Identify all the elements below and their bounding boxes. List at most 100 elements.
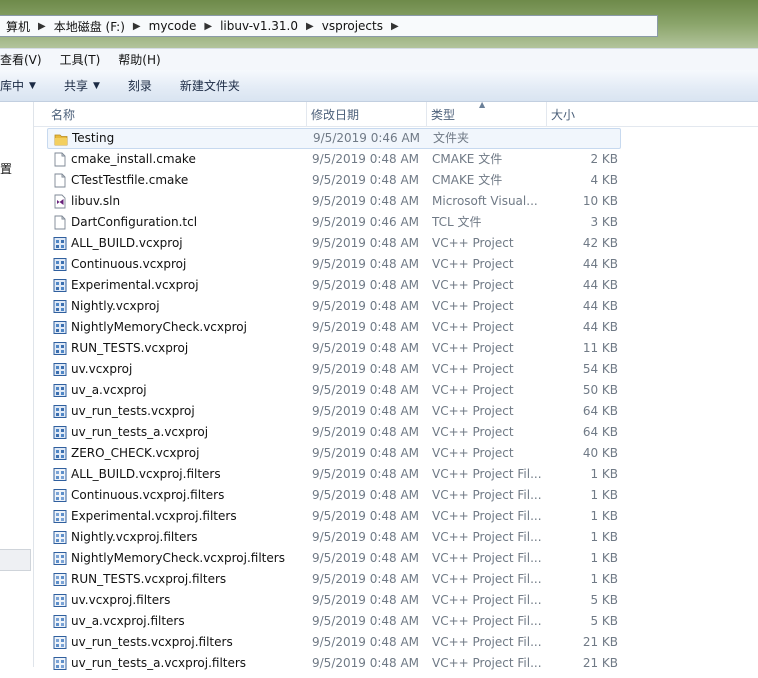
dropdown-arrow-icon: ▼ — [92, 80, 100, 91]
column-name[interactable]: 名称 — [47, 102, 307, 126]
file-row[interactable]: NightlyMemoryCheck.vcxproj 9/5/2019 0:48 … — [47, 317, 621, 338]
file-size: 11 KB — [582, 341, 618, 355]
file-row[interactable]: Testing 9/5/2019 0:46 AM 文件夹 — [47, 128, 621, 149]
file-row[interactable]: ZERO_CHECK.vcxproj 9/5/2019 0:48 AM VC++ P… — [47, 443, 621, 464]
file-row[interactable]: uv_run_tests.vcxproj 9/5/2019 0:48 AM VC++… — [47, 401, 621, 422]
breadcrumb-separator-icon[interactable]: ▶ — [202, 21, 214, 32]
menu-tools[interactable]: 工具(T) — [52, 51, 111, 68]
file-row[interactable]: uv.vcxproj 9/5/2019 0:48 AM VC++ Project 54… — [47, 359, 621, 380]
share-button[interactable]: 共享 ▼ — [50, 77, 114, 94]
nav-selected-item[interactable] — [0, 549, 31, 571]
file-name: uv_run_tests_a.vcxproj.filters — [71, 656, 247, 670]
file-type: VC++ Project Fil... — [432, 530, 542, 544]
menu-bar: 查看(V) 工具(T) 帮助(H) — [0, 48, 758, 71]
vcxproj-icon — [53, 446, 67, 461]
file-row[interactable]: Experimental.vcxproj 9/5/2019 0:48 AM VC++… — [47, 275, 621, 296]
include-in-library-button[interactable]: 库中 ▼ — [0, 77, 50, 94]
breadcrumb-vsprojects[interactable]: vsprojects — [316, 19, 389, 33]
file-row[interactable]: RUN_TESTS.vcxproj.filters 9/5/2019 0:48 A… — [47, 569, 621, 590]
file-date-modified: 9/5/2019 0:48 AM — [312, 593, 420, 607]
file-name: RUN_TESTS.vcxproj.filters — [71, 572, 227, 586]
navigation-pane[interactable]: 置 — [0, 102, 34, 667]
breadcrumb-separator-icon[interactable]: ▶ — [36, 21, 48, 32]
file-row[interactable]: Nightly.vcxproj.filters 9/5/2019 0:48 AM V… — [47, 527, 621, 548]
file-date-modified: 9/5/2019 0:48 AM — [312, 488, 420, 502]
address-bar-area: 算机 ▶ 本地磁盘 (F:) ▶ mycode ▶ libuv-v1.31.0 … — [0, 0, 758, 52]
file-row[interactable]: NightlyMemoryCheck.vcxproj.filters 9/5/20… — [47, 548, 621, 569]
file-name: ZERO_CHECK.vcxproj — [71, 446, 200, 460]
file-row[interactable]: Experimental.vcxproj.filters 9/5/2019 0:4… — [47, 506, 621, 527]
file-row[interactable]: Continuous.vcxproj 9/5/2019 0:48 AM VC++ P… — [47, 254, 621, 275]
file-name: NightlyMemoryCheck.vcxproj — [71, 320, 247, 334]
file-name: libuv.sln — [71, 194, 121, 208]
file-name: uv.vcxproj — [71, 362, 133, 376]
file-row[interactable]: RUN_TESTS.vcxproj 9/5/2019 0:48 AM VC++ Pr… — [47, 338, 621, 359]
file-name: uv.vcxproj.filters — [71, 593, 171, 607]
file-date-modified: 9/5/2019 0:48 AM — [312, 404, 420, 418]
breadcrumb-computer[interactable]: 算机 — [0, 18, 36, 35]
file-date-modified: 9/5/2019 0:48 AM — [312, 278, 420, 292]
dropdown-arrow-icon: ▼ — [29, 80, 36, 91]
menu-view[interactable]: 查看(V) — [0, 51, 52, 68]
file-size: 5 KB — [590, 593, 618, 607]
file-type: VC++ Project Fil... — [432, 551, 542, 565]
file-size: 64 KB — [582, 404, 618, 418]
file-row[interactable]: DartConfiguration.tcl 9/5/2019 0:46 AM TCL… — [47, 212, 621, 233]
file-size: 5 KB — [590, 614, 618, 628]
breadcrumb-separator-icon[interactable]: ▶ — [131, 21, 143, 32]
file-size: 64 KB — [582, 425, 618, 439]
breadcrumb-drive-f[interactable]: 本地磁盘 (F:) — [48, 18, 131, 35]
file-row[interactable]: Nightly.vcxproj 9/5/2019 0:48 AM VC++ Proj… — [47, 296, 621, 317]
file-type: VC++ Project — [432, 257, 514, 271]
file-row[interactable]: ALL_BUILD.vcxproj 9/5/2019 0:48 AM VC++ Pr… — [47, 233, 621, 254]
file-row[interactable]: cmake_install.cmake 9/5/2019 0:48 AM CMAKE… — [47, 149, 621, 170]
vcxproj-filters-icon — [53, 509, 67, 524]
breadcrumb-separator-icon[interactable]: ▶ — [304, 21, 316, 32]
file-row[interactable]: uv_run_tests_a.vcxproj.filters 9/5/2019 0… — [47, 653, 621, 674]
file-size: 40 KB — [582, 446, 618, 460]
file-type: VC++ Project — [432, 278, 514, 292]
file-date-modified: 9/5/2019 0:48 AM — [312, 194, 420, 208]
file-date-modified: 9/5/2019 0:48 AM — [312, 236, 420, 250]
file-date-modified: 9/5/2019 0:46 AM — [312, 215, 420, 229]
file-size: 2 KB — [590, 152, 618, 166]
breadcrumb-mycode[interactable]: mycode — [143, 19, 203, 33]
include-in-library-label: 库中 — [0, 79, 25, 93]
file-row[interactable]: uv_run_tests.vcxproj.filters 9/5/2019 0:4… — [47, 632, 621, 653]
file-type: VC++ Project — [432, 425, 514, 439]
file-name: uv_a.vcxproj.filters — [71, 614, 185, 628]
file-row[interactable]: uv_a.vcxproj 9/5/2019 0:48 AM VC++ Project… — [47, 380, 621, 401]
file-size: 3 KB — [590, 215, 618, 229]
file-type: VC++ Project Fil... — [432, 467, 542, 481]
file-size: 44 KB — [582, 278, 618, 292]
menu-help[interactable]: 帮助(H) — [110, 51, 170, 68]
nav-item-label[interactable]: 置 — [0, 160, 12, 177]
breadcrumb[interactable]: 算机 ▶ 本地磁盘 (F:) ▶ mycode ▶ libuv-v1.31.0 … — [0, 15, 658, 37]
column-type[interactable]: 类型 — [427, 102, 547, 126]
burn-button[interactable]: 刻录 — [114, 77, 166, 94]
column-size[interactable]: 大小 — [547, 102, 627, 126]
file-size: 44 KB — [582, 320, 618, 334]
breadcrumb-separator-icon[interactable]: ▶ — [389, 21, 401, 32]
file-type: VC++ Project Fil... — [432, 635, 542, 649]
file-row[interactable]: CTestTestfile.cmake 9/5/2019 0:48 AM CMAKE… — [47, 170, 621, 191]
file-date-modified: 9/5/2019 0:48 AM — [312, 551, 420, 565]
file-name: CTestTestfile.cmake — [71, 173, 189, 187]
vcxproj-icon — [53, 320, 67, 335]
file-row[interactable]: libuv.sln 9/5/2019 0:48 AM Microsoft Visua… — [47, 191, 621, 212]
file-type: VC++ Project Fil... — [432, 614, 542, 628]
vcxproj-icon — [53, 257, 67, 272]
file-date-modified: 9/5/2019 0:48 AM — [312, 299, 420, 313]
vcxproj-filters-icon — [53, 530, 67, 545]
column-date-modified[interactable]: 修改日期 — [307, 102, 427, 126]
file-row[interactable]: uv_run_tests_a.vcxproj 9/5/2019 0:48 AM VC… — [47, 422, 621, 443]
file-size: 21 KB — [582, 635, 618, 649]
file-row[interactable]: uv_a.vcxproj.filters 9/5/2019 0:48 AM VC++… — [47, 611, 621, 632]
file-row[interactable]: ALL_BUILD.vcxproj.filters 9/5/2019 0:48 A… — [47, 464, 621, 485]
file-size: 42 KB — [582, 236, 618, 250]
file-row[interactable]: uv.vcxproj.filters 9/5/2019 0:48 AM VC++ P… — [47, 590, 621, 611]
new-folder-button[interactable]: 新建文件夹 — [166, 77, 254, 94]
file-type: VC++ Project — [432, 299, 514, 313]
breadcrumb-libuv[interactable]: libuv-v1.31.0 — [214, 19, 304, 33]
file-row[interactable]: Continuous.vcxproj.filters 9/5/2019 0:48 … — [47, 485, 621, 506]
